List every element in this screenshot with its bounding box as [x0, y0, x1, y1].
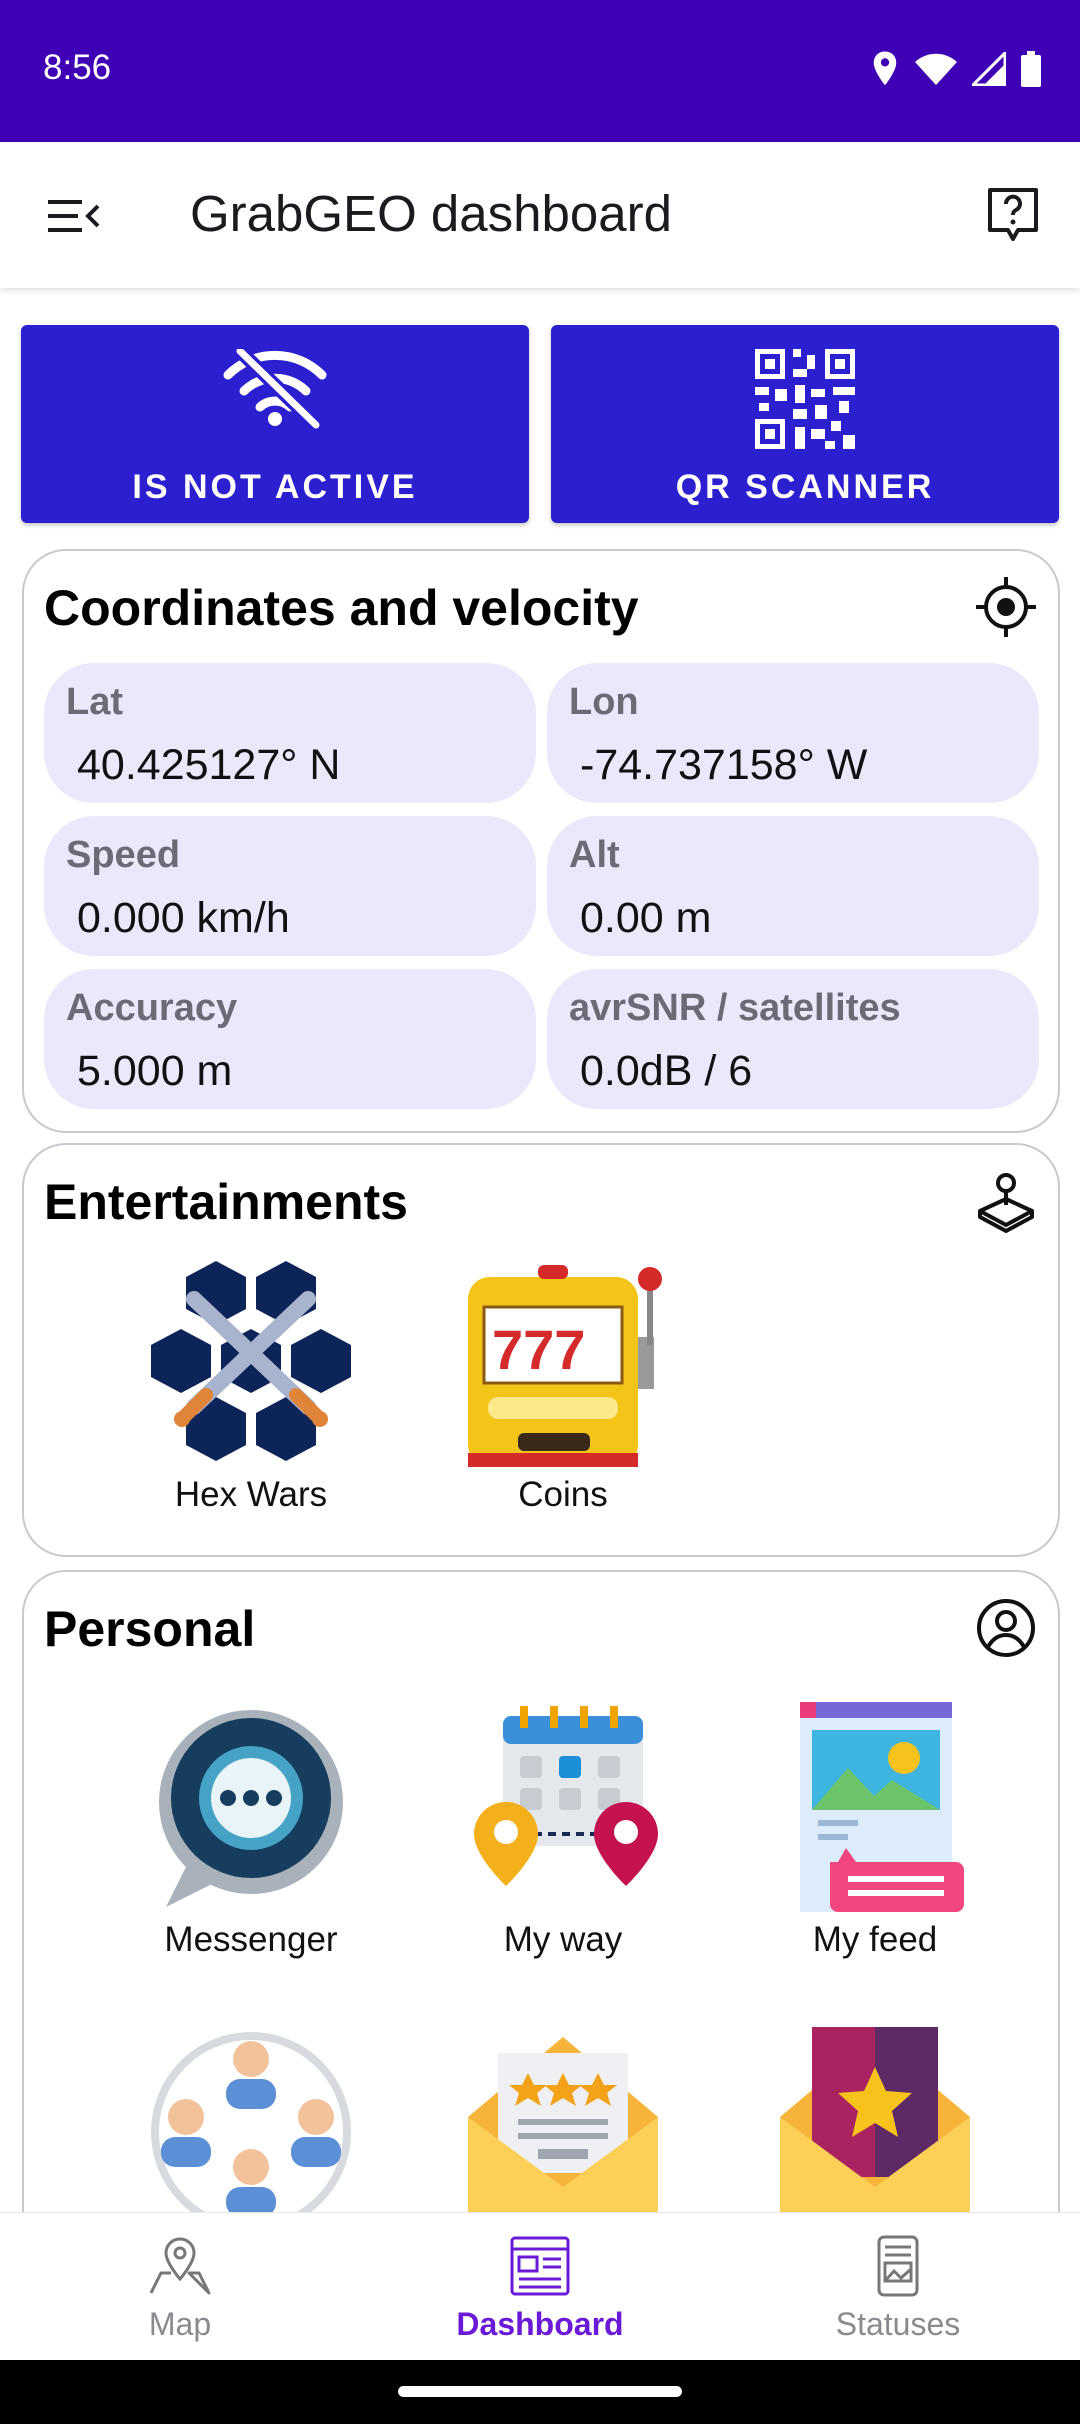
gesture-bar	[0, 2360, 1080, 2424]
tile-label: Hex Wars	[174, 1475, 328, 1514]
app-bar: GrabGEO dashboard	[0, 142, 1080, 288]
home-indicator[interactable]	[398, 2386, 682, 2397]
tile-label: My feed	[812, 1920, 938, 1959]
nav-item-statuses[interactable]: Statuses	[748, 2233, 1048, 2343]
nav-label: Map	[148, 2306, 212, 2342]
messenger-tile[interactable]: Messenger	[101, 1702, 401, 1960]
qr-code-icon	[755, 349, 855, 449]
review-envelope-icon	[468, 2037, 658, 2237]
field-value: -74.737158° W	[580, 741, 868, 789]
entertainments-card: Entertainments Hex Wars 777 Coins	[22, 1143, 1060, 1557]
coordinates-card: Coordinates and velocity Lat 40.425127° …	[22, 549, 1060, 1133]
snr-satellites-field: avrSNR / satellites 0.0dB / 6	[547, 969, 1039, 1109]
messenger-icon	[159, 1710, 343, 1907]
svg-text:777: 777	[492, 1318, 585, 1381]
star-envelope-icon	[780, 2027, 970, 2237]
joystick-icon[interactable]	[974, 1169, 1038, 1233]
tile-label: My way	[503, 1920, 623, 1959]
qr-scanner-button[interactable]: QR SCANNER	[551, 325, 1059, 523]
hex-wars-icon	[151, 1261, 351, 1461]
status-bar: 8:56	[0, 0, 1080, 142]
dashboard-icon	[510, 2236, 570, 2296]
user-circle-icon[interactable]	[974, 1596, 1038, 1660]
community-tile[interactable]	[101, 2027, 401, 2237]
nav-label: Dashboard	[456, 2306, 624, 2342]
field-label: avrSNR / satellites	[569, 987, 901, 1029]
field-value: 40.425127° N	[77, 741, 341, 789]
reviews-tile[interactable]	[413, 2027, 713, 2237]
wifi-icon	[915, 53, 957, 85]
page-title: GrabGEO dashboard	[190, 185, 672, 242]
menu-icon[interactable]	[46, 192, 102, 240]
field-value: 5.000 m	[77, 1047, 233, 1095]
altitude-field: Alt 0.00 m	[547, 816, 1039, 956]
field-label: Lon	[569, 681, 639, 723]
status-time: 8:56	[43, 48, 112, 87]
nav-item-map[interactable]: Map	[30, 2233, 330, 2343]
qr-scanner-label: QR SCANNER	[675, 468, 935, 506]
gps-target-icon[interactable]	[974, 575, 1038, 639]
people-network-icon	[151, 2032, 351, 2232]
tile-label: Messenger	[164, 1920, 338, 1959]
field-label: Alt	[569, 834, 620, 876]
nav-label: Statuses	[835, 2306, 961, 2342]
feed-icon	[800, 1702, 964, 1912]
coins-tile[interactable]: 777 Coins	[413, 1257, 713, 1515]
field-label: Accuracy	[66, 987, 238, 1029]
field-value: 0.00 m	[580, 894, 712, 942]
field-value: 0.0dB / 6	[580, 1047, 753, 1095]
accuracy-field: Accuracy 5.000 m	[44, 969, 536, 1109]
personal-title: Personal	[44, 1601, 256, 1657]
bottom-navigation: Map Dashboard Statuses	[0, 2212, 1080, 2361]
hex-wars-tile[interactable]: Hex Wars	[101, 1257, 401, 1515]
coordinates-title: Coordinates and velocity	[44, 580, 639, 636]
nav-item-dashboard[interactable]: Dashboard	[390, 2233, 690, 2343]
field-value: 0.000 km/h	[77, 894, 290, 942]
field-label: Speed	[66, 834, 181, 876]
entertainments-title: Entertainments	[44, 1174, 408, 1230]
statuses-icon	[877, 2235, 919, 2297]
wifi-status-button[interactable]: IS NOT ACTIVE	[21, 325, 529, 523]
my-feed-tile[interactable]: My feed	[725, 1702, 1025, 1960]
battery-icon	[1021, 51, 1041, 87]
help-icon[interactable]	[984, 186, 1042, 244]
speed-field: Speed 0.000 km/h	[44, 816, 536, 956]
lat-field: Lat 40.425127° N	[44, 663, 536, 803]
wifi-status-label: IS NOT ACTIVE	[132, 468, 418, 506]
location-icon	[873, 51, 897, 86]
route-calendar-icon	[474, 1706, 658, 1886]
wifi-off-icon	[223, 349, 327, 429]
field-label: Lat	[66, 681, 123, 723]
my-way-tile[interactable]: My way	[413, 1702, 713, 1960]
achievements-tile[interactable]	[725, 2027, 1025, 2237]
lon-field: Lon -74.737158° W	[547, 663, 1039, 803]
tile-label: Coins	[518, 1475, 608, 1514]
signal-icon	[972, 52, 1006, 86]
map-pin-icon	[149, 2237, 211, 2295]
slot-machine-icon: 777	[468, 1265, 662, 1467]
